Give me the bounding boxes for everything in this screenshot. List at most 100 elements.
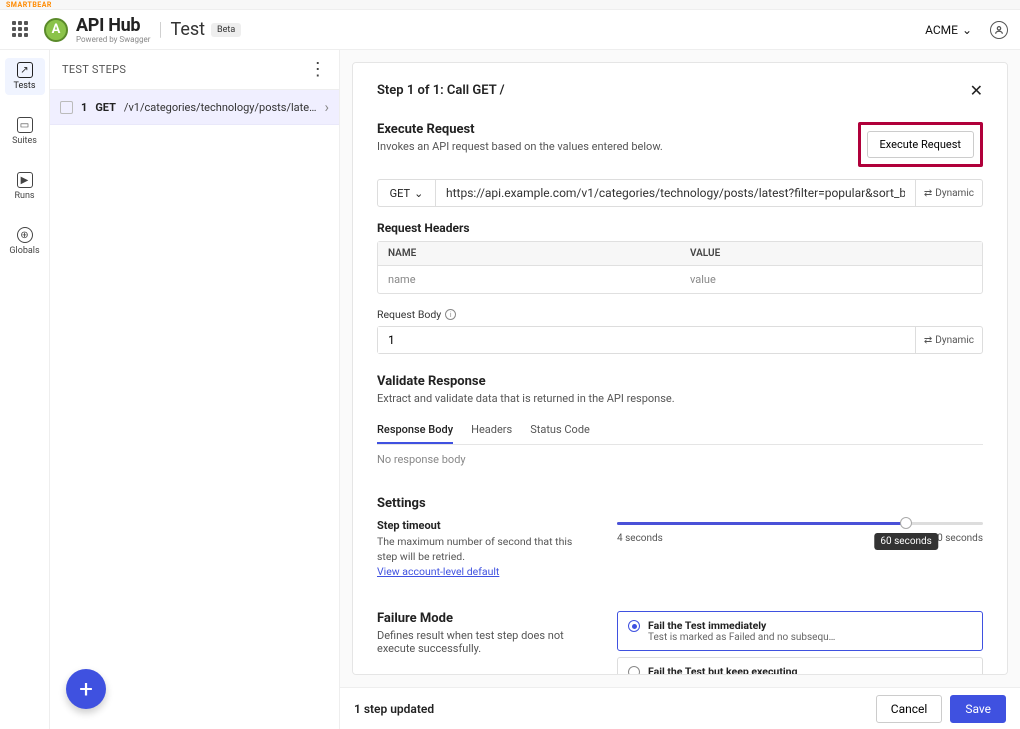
footer-bar: 1 step updated Cancel Save (340, 687, 1020, 729)
nav-suites[interactable]: ▭ Suites (5, 113, 45, 150)
table-row[interactable]: name value (378, 265, 982, 293)
header-col-name: NAME (378, 242, 680, 265)
execute-request-title: Execute Request (377, 122, 663, 137)
http-method-value: GET (390, 187, 410, 200)
header-col-value: VALUE (680, 242, 982, 265)
info-icon[interactable]: i (445, 309, 456, 320)
tab-headers[interactable]: Headers (471, 417, 512, 444)
more-menu-icon[interactable]: ⋮ (309, 61, 327, 79)
request-headers-title: Request Headers (377, 221, 983, 235)
validate-response-desc: Extract and validate data that is return… (377, 392, 983, 405)
editor-main: Step 1 of 1: Call GET / ✕ Execute Reques… (340, 50, 1020, 729)
app-header: A API Hub Powered by Swagger | Test Beta… (0, 10, 1020, 50)
request-body-label: Request Body (377, 308, 441, 321)
slider-thumb[interactable] (900, 517, 912, 529)
request-line: GET ⌄ ⇄ Dynamic (377, 179, 983, 207)
http-method-select[interactable]: GET ⌄ (378, 180, 436, 206)
view-account-default-link[interactable]: View account-level default (377, 565, 499, 578)
settings-title: Settings (377, 496, 983, 511)
validate-tabs: Response Body Headers Status Code (377, 417, 983, 445)
step-number: 1 (81, 101, 87, 114)
step-method: GET (95, 101, 116, 114)
failure-mode-desc: Defines result when test step does not e… (377, 629, 587, 655)
dynamic-label: Dynamic (935, 335, 974, 346)
step-checkbox[interactable] (60, 101, 73, 114)
save-button[interactable]: Save (950, 695, 1006, 723)
slider-track (617, 522, 983, 525)
request-body-field: ⇄ Dynamic (377, 326, 983, 354)
dynamic-label: Dynamic (935, 188, 974, 199)
failure-mode-options: Fail the Test immediately Test is marked… (617, 611, 983, 675)
step-editor-card: Step 1 of 1: Call GET / ✕ Execute Reques… (352, 62, 1008, 675)
chevron-down-icon: ⌄ (962, 23, 972, 37)
dynamic-icon: ⇄ (924, 335, 932, 346)
radio-icon (628, 666, 640, 675)
failure-mode-title: Failure Mode (377, 611, 587, 626)
request-body-input[interactable] (378, 327, 915, 353)
test-step-row[interactable]: 1 GET /v1/categories/technology/posts/la… (50, 90, 339, 125)
slider-min-label: 4 seconds (617, 533, 663, 544)
timeout-slider[interactable]: 60 seconds 4 seconds 120 seconds (617, 519, 983, 544)
smartbear-label: SMARTBEAR (6, 1, 52, 9)
slider-value-tooltip: 60 seconds (874, 533, 937, 550)
url-dynamic-toggle[interactable]: ⇄ Dynamic (915, 180, 982, 206)
cancel-button[interactable]: Cancel (876, 695, 943, 723)
add-step-button[interactable]: + (66, 669, 106, 709)
body-dynamic-toggle[interactable]: ⇄ Dynamic (915, 327, 982, 353)
suites-icon: ▭ (17, 117, 33, 133)
failure-opt1-desc: Test is marked as Failed and no subseque… (648, 632, 838, 643)
response-body-empty: No response body (377, 453, 983, 466)
step-path: /v1/categories/technology/posts/latest?f… (124, 101, 317, 114)
workspace-selector[interactable]: ACME ⌄ (925, 23, 972, 37)
failure-opt1-title: Fail the Test immediately (648, 619, 838, 632)
tab-status-code[interactable]: Status Code (530, 417, 590, 444)
radio-icon (628, 620, 640, 632)
tab-response-body[interactable]: Response Body (377, 417, 453, 444)
header-name-input[interactable]: name (378, 266, 680, 293)
runs-icon: ▶ (17, 172, 33, 188)
nav-runs[interactable]: ▶ Runs (5, 168, 45, 205)
smartbear-top-bar: SMARTBEAR (0, 0, 1020, 10)
request-headers-table: NAME VALUE name value (377, 241, 983, 294)
test-steps-header: TEST STEPS ⋮ (50, 50, 339, 90)
failure-option-fail-keep-executing[interactable]: Fail the Test but keep executing Proceed… (617, 657, 983, 675)
step-timeout-desc: The maximum number of second that this s… (377, 535, 587, 564)
nav-runs-label: Runs (14, 191, 34, 201)
nav-globals[interactable]: ⊕ Globals (5, 223, 45, 260)
brand-block: API Hub Powered by Swagger (76, 15, 150, 44)
app-launcher-icon[interactable] (12, 21, 30, 39)
brand-subtitle: Powered by Swagger (76, 35, 150, 44)
footer-status-message: 1 step updated (354, 702, 434, 716)
execute-request-highlight: Execute Request (858, 122, 983, 167)
brand-name: API Hub (76, 15, 150, 36)
nav-globals-label: Globals (9, 246, 39, 256)
brand-logo-icon: A (44, 18, 68, 42)
test-steps-title: TEST STEPS (62, 63, 126, 76)
chevron-right-icon: › (324, 98, 329, 116)
globals-icon: ⊕ (17, 227, 33, 243)
separator: | (158, 19, 162, 40)
beta-badge: Beta (211, 23, 241, 37)
failure-opt2-title: Fail the Test but keep executing (648, 665, 838, 675)
execute-request-button[interactable]: Execute Request (867, 131, 974, 158)
user-avatar-icon[interactable] (990, 21, 1008, 39)
step-timeout-title: Step timeout (377, 519, 587, 532)
workspace-name: ACME (925, 23, 958, 37)
tests-icon: ↗ (17, 62, 33, 78)
nav-suites-label: Suites (12, 136, 37, 146)
dynamic-icon: ⇄ (924, 188, 932, 199)
slider-fill (617, 522, 906, 525)
failure-option-fail-immediately[interactable]: Fail the Test immediately Test is marked… (617, 611, 983, 651)
page-title: Test (170, 19, 205, 40)
request-url-input[interactable] (436, 180, 915, 206)
close-icon[interactable]: ✕ (970, 81, 983, 100)
primary-side-nav: ↗ Tests ▭ Suites ▶ Runs ⊕ Globals (0, 50, 50, 729)
header-value-input[interactable]: value (680, 266, 982, 293)
chevron-down-icon: ⌄ (414, 187, 423, 200)
test-steps-panel: TEST STEPS ⋮ 1 GET /v1/categories/techno… (50, 50, 340, 729)
execute-request-desc: Invokes an API request based on the valu… (377, 140, 663, 153)
validate-response-title: Validate Response (377, 374, 983, 389)
nav-tests-label: Tests (14, 81, 36, 91)
editor-title: Step 1 of 1: Call GET / (377, 83, 505, 98)
nav-tests[interactable]: ↗ Tests (5, 58, 45, 95)
